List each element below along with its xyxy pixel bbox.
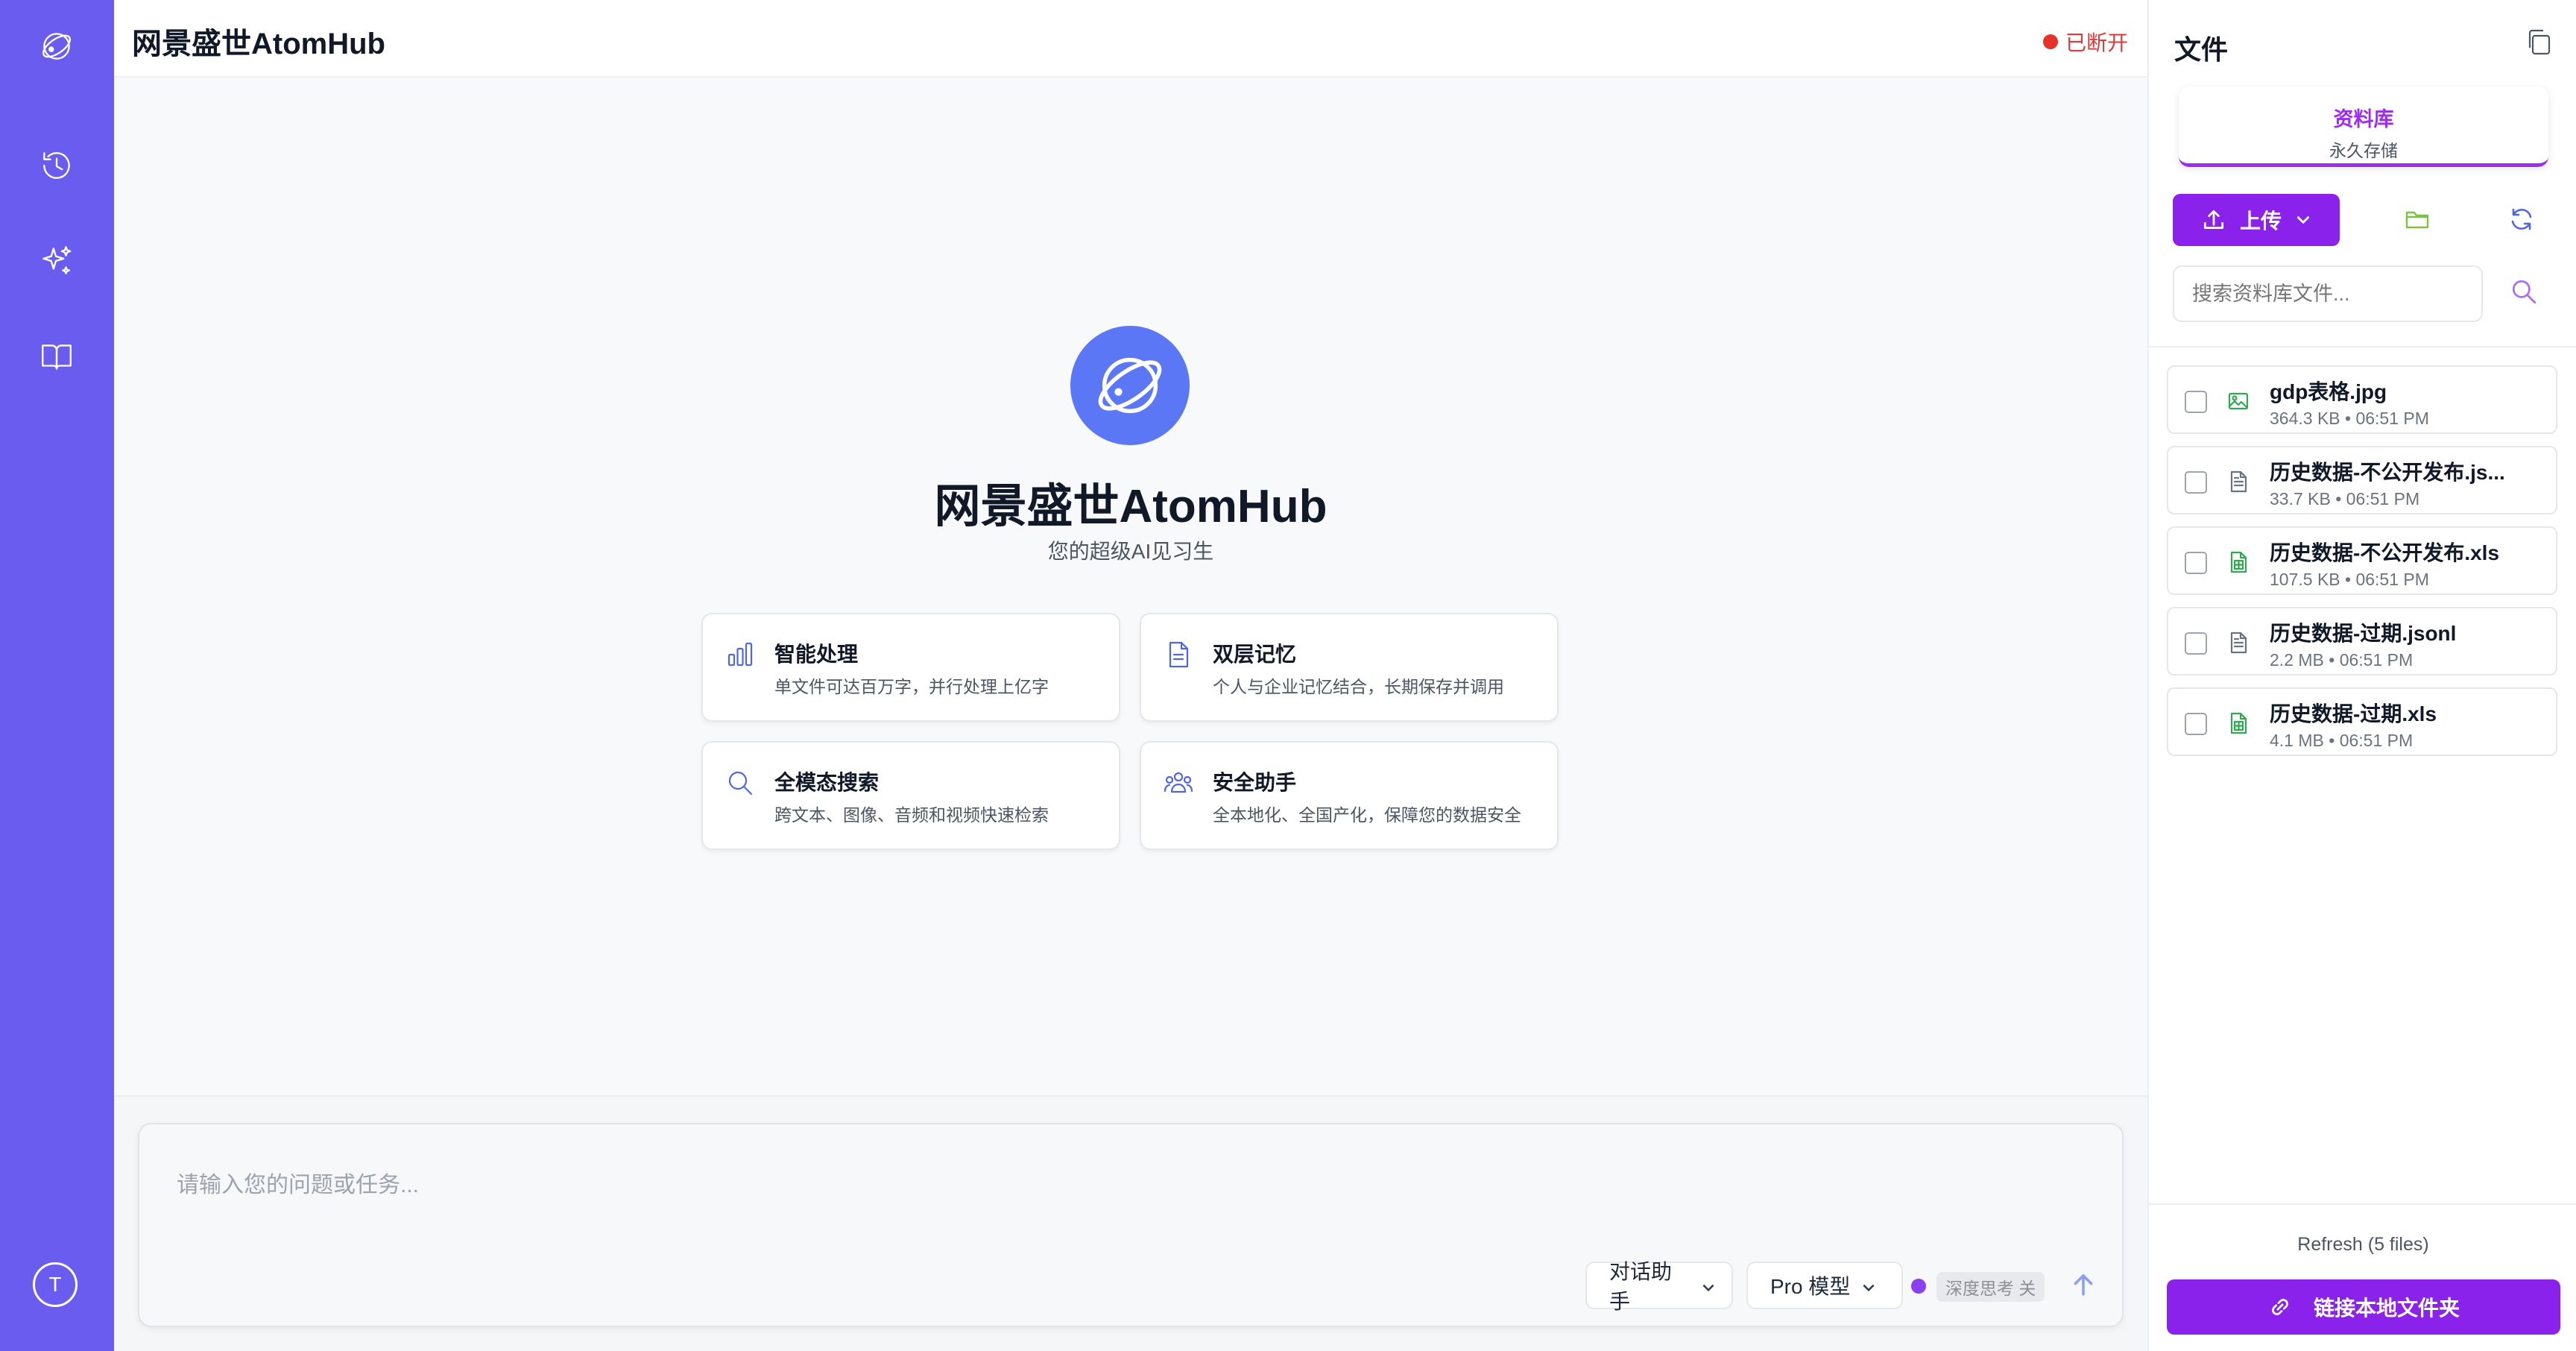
file-row[interactable]: 历史数据-不公开发布.xls 107.5 KB • 06:51 PM: [2167, 526, 2557, 595]
top-bar: 网景盛世AtomHub 已断开: [114, 0, 2147, 78]
chevron-down-icon: [1860, 1277, 1877, 1294]
files-panel-title: 文件: [2174, 34, 2229, 65]
file-checkbox[interactable]: [2185, 713, 2207, 735]
upload-label: 上传: [2239, 210, 2282, 233]
spreadsheet-file-icon: [2226, 711, 2252, 737]
file-row[interactable]: gdp表格.jpg 364.3 KB • 06:51 PM: [2167, 365, 2557, 434]
hero-title: 网景盛世AtomHub: [934, 481, 1328, 532]
history-icon[interactable]: [33, 142, 80, 189]
file-checkbox[interactable]: [2185, 391, 2207, 413]
left-sidebar: T: [0, 0, 114, 1351]
model-select[interactable]: Pro 模型: [1746, 1262, 1903, 1309]
link-icon: [2272, 1299, 2288, 1315]
deep-think-indicator: [1911, 1279, 1926, 1294]
file-name: 历史数据-过期.jsonl: [2270, 622, 2457, 645]
file-meta: 4.1 MB • 06:51 PM: [2270, 731, 2414, 750]
upload-icon: [2203, 210, 2224, 230]
connection-status: 已断开: [2042, 27, 2128, 57]
file-row[interactable]: 历史数据-过期.jsonl 2.2 MB • 06:51 PM: [2167, 607, 2557, 676]
feature-description: 跨文本、图像、音频和视频快速检索: [774, 805, 1049, 825]
upload-button[interactable]: 上传: [2173, 194, 2340, 246]
tab-library-label: 资料库: [2333, 108, 2394, 130]
prompt-input[interactable]: 请输入您的问题或任务...: [177, 1166, 419, 1199]
library-search-input[interactable]: [2173, 265, 2483, 322]
feature-card-multimodal-search[interactable]: 全模态搜索 跨文本、图像、音频和视频快速检索: [701, 741, 1120, 850]
copy-icon[interactable]: [2524, 27, 2557, 60]
file-checkbox[interactable]: [2185, 632, 2207, 655]
chat-composer[interactable]: 请输入您的问题或任务... 对话助手 Pro 模型 深度思考 关: [138, 1123, 2124, 1327]
file-row[interactable]: 历史数据-不公开发布.js... 33.7 KB • 06:51 PM: [2167, 446, 2557, 514]
deep-think-toggle[interactable]: 深度思考 关: [1936, 1272, 2045, 1302]
image-file-icon: [2226, 389, 2252, 415]
app-title: 网景盛世AtomHub: [132, 28, 385, 60]
divider: [2149, 1203, 2576, 1205]
file-row[interactable]: 历史数据-过期.xls 4.1 MB • 06:51 PM: [2167, 687, 2557, 756]
feature-card-dual-memory[interactable]: 双层记忆 个人与企业记忆结合，长期保存并调用: [1140, 613, 1559, 722]
users-icon: [1164, 768, 1193, 798]
assistant-select[interactable]: 对话助手: [1585, 1260, 1733, 1313]
status-text: 已断开: [2065, 31, 2128, 54]
file-checkbox[interactable]: [2185, 552, 2207, 574]
logo-icon[interactable]: [33, 22, 80, 70]
feature-title: 双层记忆: [1213, 643, 1297, 666]
file-checkbox[interactable]: [2185, 471, 2207, 494]
document-icon: [1164, 640, 1193, 670]
book-icon[interactable]: [33, 333, 80, 380]
feature-card-security-assistant[interactable]: 安全助手 全本地化、全国产化，保障您的数据安全: [1140, 741, 1559, 850]
search-icon: [725, 768, 755, 798]
file-name: gdp表格.jpg: [2270, 380, 2387, 403]
feature-description: 全本地化、全国产化，保障您的数据安全: [1213, 805, 1521, 825]
divider: [2149, 346, 2576, 347]
main-area: 网景盛世AtomHub 已断开 网景盛世AtomHub 您的超级AI见习生 智能…: [114, 0, 2147, 1351]
status-dot-icon: [2042, 34, 2058, 49]
arrow-up-icon: [2074, 1274, 2093, 1296]
hero-subtitle: 您的超级AI见习生: [1047, 540, 1214, 563]
file-meta: 33.7 KB • 06:51 PM: [2270, 489, 2420, 508]
file-meta: 107.5 KB • 06:51 PM: [2270, 570, 2429, 589]
text-file-icon: [2226, 631, 2252, 656]
assistant-select-value: 对话助手: [1609, 1260, 1673, 1313]
folder-icon[interactable]: [2404, 206, 2434, 236]
link-local-folder-label: 链接本地文件夹: [2313, 1297, 2460, 1320]
text-file-icon: [2226, 470, 2252, 495]
hero-logo-icon: [1070, 326, 1190, 445]
file-name: 历史数据-过期.xls: [2270, 702, 2437, 725]
send-button[interactable]: [2062, 1265, 2104, 1306]
chevron-down-icon: [1700, 1277, 1717, 1294]
file-name: 历史数据-不公开发布.xls: [2270, 541, 2500, 564]
sparkles-icon[interactable]: [33, 237, 80, 285]
spreadsheet-file-icon: [2226, 550, 2252, 576]
file-meta: 364.3 KB • 06:51 PM: [2270, 409, 2429, 428]
feature-title: 智能处理: [774, 643, 859, 666]
feature-title: 安全助手: [1213, 771, 1297, 794]
user-avatar[interactable]: T: [33, 1262, 78, 1307]
tab-library-sublabel: 永久存储: [2329, 141, 2398, 160]
refresh-file-count[interactable]: Refresh (5 files): [2149, 1234, 2576, 1256]
refresh-icon[interactable]: [2508, 206, 2538, 236]
search-icon[interactable]: [2510, 277, 2542, 310]
chevron-down-icon: [2296, 216, 2310, 224]
tab-library[interactable]: 资料库 永久存储: [2179, 86, 2548, 167]
feature-card-smart-processing[interactable]: 智能处理 单文件可达百万字，并行处理上亿字: [701, 613, 1120, 722]
bar-chart-icon: [725, 640, 755, 670]
file-meta: 2.2 MB • 06:51 PM: [2270, 650, 2414, 670]
files-panel: 文件 资料库 永久存储 上传 gdp表格.jpg 364.3 KB • 06:5…: [2147, 0, 2576, 1351]
file-name: 历史数据-不公开发布.js...: [2270, 461, 2505, 484]
feature-description: 个人与企业记忆结合，长期保存并调用: [1213, 677, 1504, 696]
feature-title: 全模态搜索: [774, 771, 880, 794]
link-local-folder-button[interactable]: 链接本地文件夹: [2167, 1279, 2560, 1335]
model-select-value: Pro 模型: [1770, 1275, 1851, 1298]
feature-description: 单文件可达百万字，并行处理上亿字: [774, 677, 1049, 696]
